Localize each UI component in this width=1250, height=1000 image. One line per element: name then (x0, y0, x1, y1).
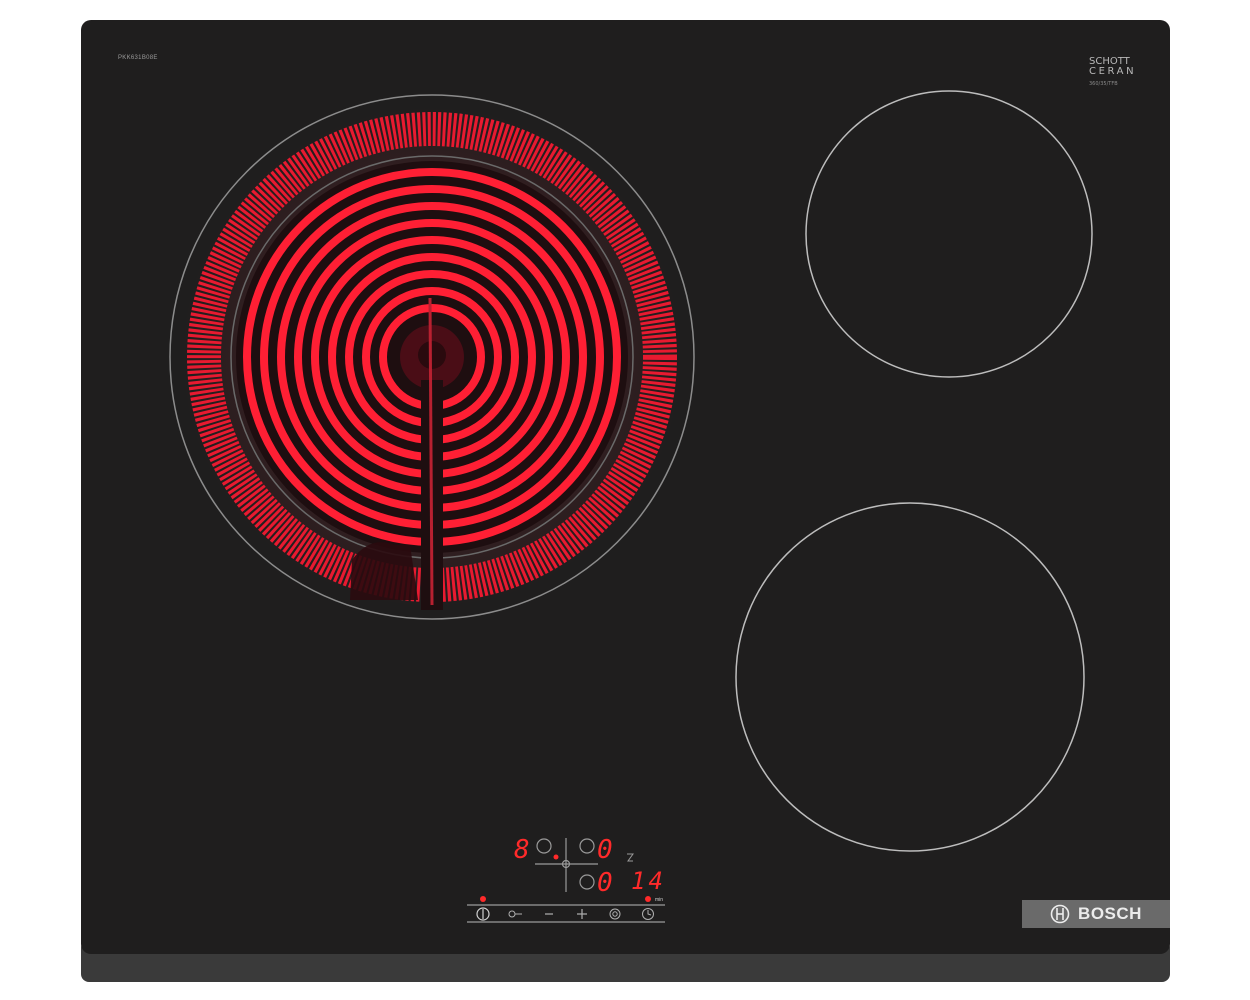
left-zone-level-display: 8 (514, 835, 530, 865)
cooktop-illustration (81, 20, 1170, 982)
timer-unit-label: min (655, 897, 664, 903)
schott-ceran-logo: SCHOTT CERAN 360/35/TFB (1089, 57, 1149, 88)
timer-display: 14 (631, 867, 666, 895)
left-zone-shadow (350, 542, 418, 600)
model-code: PKK631B08E (118, 55, 158, 61)
bottom-right-zone-level-display: 0 (597, 868, 613, 898)
glass-brand-code: 360/35/TFB (1089, 81, 1118, 87)
brand-name: BOSCH (1078, 904, 1142, 923)
left-zone-sensor-rod (428, 297, 434, 606)
brand-badge: BOSCH (1022, 900, 1170, 928)
power-indicator-led (480, 896, 486, 902)
top-right-zone-level-display: 0 (597, 835, 613, 865)
glass-brand-line2: CERAN (1089, 66, 1137, 77)
bosch-logo-icon (1050, 904, 1070, 924)
timer-indicator-led (645, 896, 651, 902)
left-zone-center-core (418, 341, 446, 369)
left-zone-indicator-dot (553, 854, 559, 860)
